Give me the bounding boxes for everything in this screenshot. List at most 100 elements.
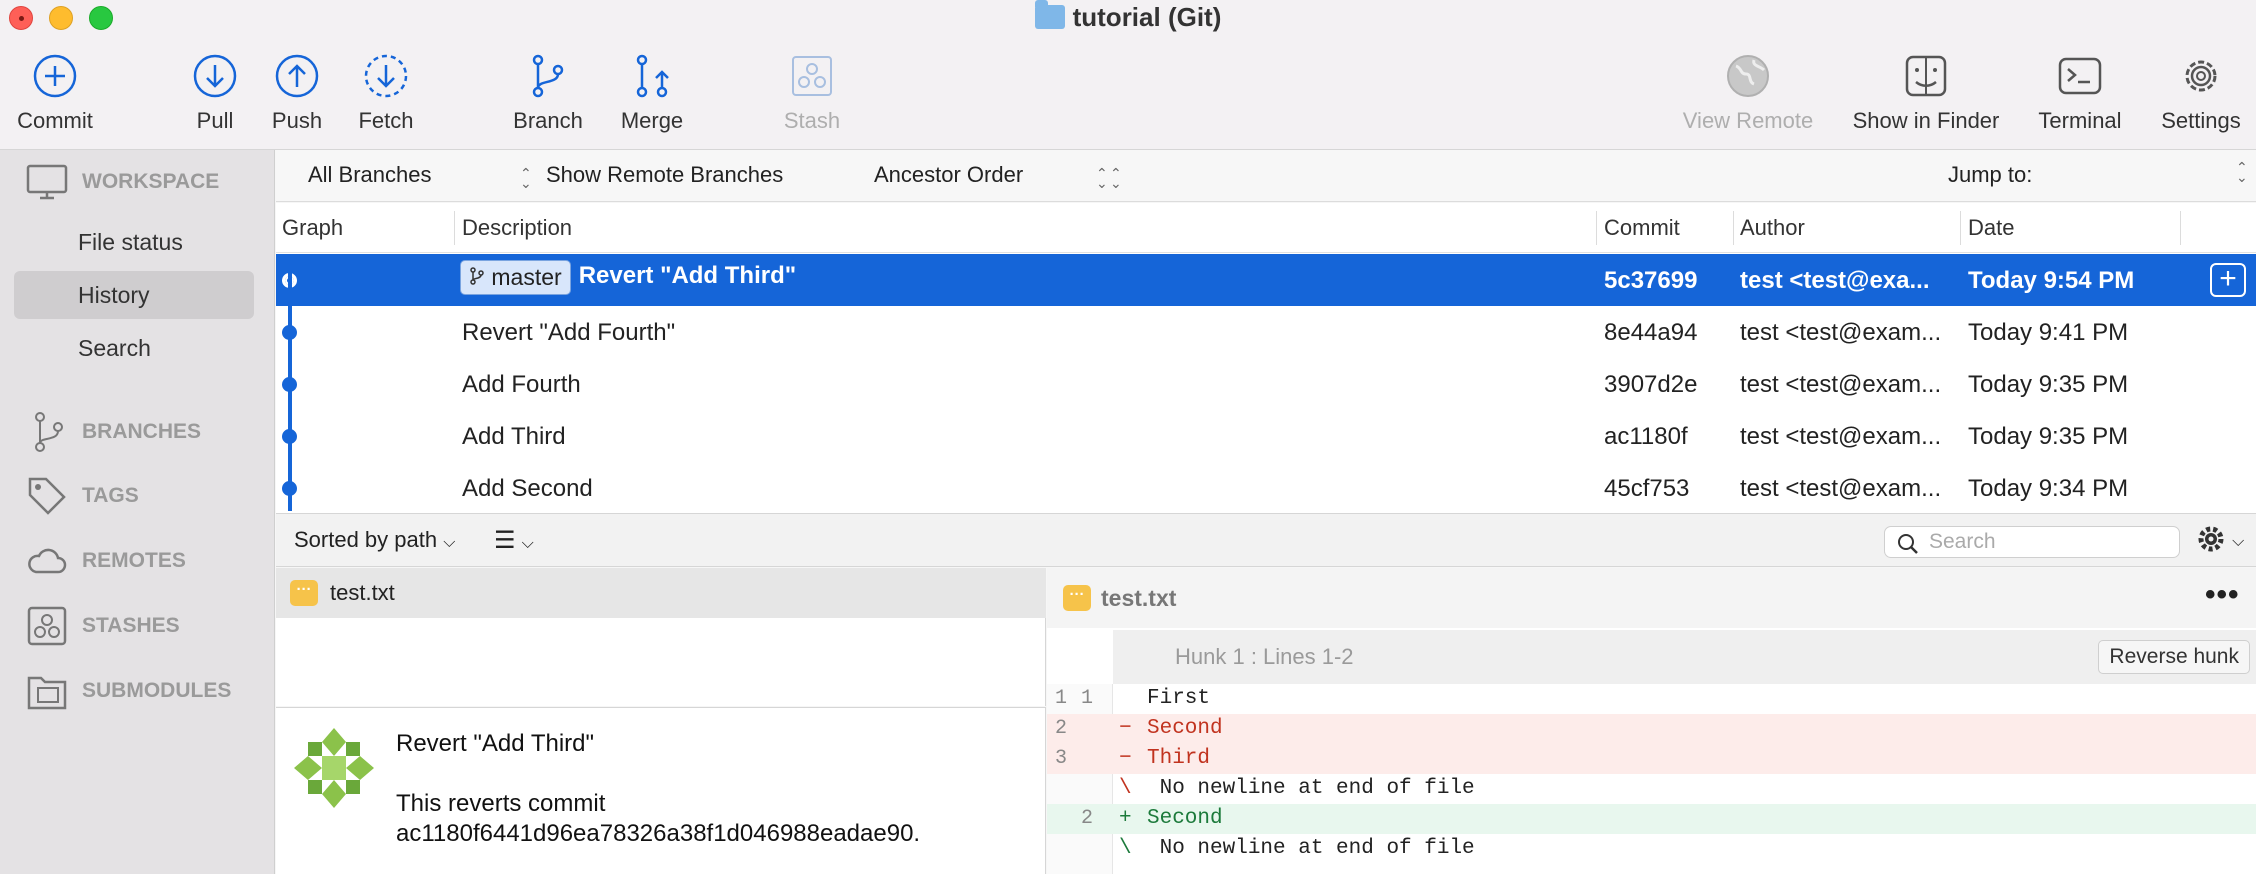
branches-label: BRANCHES: [82, 420, 202, 443]
diff-line-deleted[interactable]: 2 − Second: [1047, 714, 2256, 744]
sidebar-section-branches[interactable]: BRANCHES: [26, 412, 201, 452]
pull-button[interactable]: Pull: [180, 52, 250, 134]
diff-symbol: −: [1119, 717, 1132, 740]
remote-branches-value: Show Remote Branches: [546, 162, 784, 187]
branch-filter-value: All Branches: [308, 162, 432, 187]
commit-date: Today 9:34 PM: [1968, 475, 2129, 502]
branch-icon: [470, 267, 484, 285]
commit-label: Commit: [17, 108, 93, 133]
stash-icon: [792, 56, 832, 96]
more-options-icon[interactable]: •••: [2205, 578, 2240, 612]
fetch-icon: [364, 54, 408, 98]
column-date[interactable]: Date: [1968, 215, 2014, 241]
commit-button[interactable]: Commit: [10, 52, 100, 134]
search-icon: [1898, 534, 1918, 554]
files-toolbar: Sorted by path ⌵ ☰ ⌵ ⌵: [276, 513, 2256, 567]
reverse-hunk-button[interactable]: Reverse hunk: [2098, 640, 2250, 674]
commit-author: test <test@exam...: [1740, 475, 1942, 502]
stashes-label: STASHES: [82, 614, 180, 637]
column-graph[interactable]: Graph: [282, 215, 343, 241]
column-divider: [1596, 211, 1597, 245]
updown-chevron-icon: ⌃ ⌄: [1096, 165, 1108, 191]
order-select[interactable]: Ancestor Order ⌃ ⌄: [874, 162, 1108, 190]
stash-button[interactable]: Stash: [772, 52, 852, 134]
tag-icon: [28, 477, 66, 515]
file-search-box[interactable]: [1884, 526, 2180, 558]
diff-line-context[interactable]: 1 1 First: [1047, 684, 2256, 714]
sidebar-item-file-status[interactable]: File status: [14, 218, 254, 266]
table-row[interactable]: master Revert "Add Third" 5c37699 test <t…: [276, 254, 2256, 306]
column-author[interactable]: Author: [1740, 215, 1805, 241]
diff-line-text: First: [1147, 687, 1211, 710]
merge-label: Merge: [620, 108, 684, 133]
pull-icon: [193, 54, 237, 98]
sort-menu[interactable]: Sorted by path ⌵: [294, 527, 455, 553]
diff-header: ··· test.txt •••: [1047, 568, 2256, 628]
submodule-folder-icon: [27, 676, 67, 710]
sidebar-section-remotes[interactable]: REMOTES: [26, 541, 186, 581]
commit-node: [282, 377, 297, 392]
add-button[interactable]: +: [2210, 263, 2246, 297]
diff-symbol: \: [1119, 837, 1132, 860]
commit-hash: 5c37699: [1604, 267, 1698, 294]
commit-description: Revert "Add Third": [578, 262, 797, 289]
column-commit[interactable]: Commit: [1604, 215, 1680, 241]
column-description[interactable]: Description: [462, 215, 572, 241]
stash-icon: [27, 606, 67, 646]
window-title: tutorial (Git): [0, 0, 2256, 33]
diff-symbol: −: [1119, 747, 1132, 770]
history-filter-bar: All Branches ⌃ ⌄ Show Remote Branches ⌃ ⌄ An…: [276, 150, 2256, 202]
merge-button[interactable]: Merge: [612, 52, 692, 134]
settings-button[interactable]: Settings: [2156, 52, 2246, 134]
history-header: Graph Description Commit Author Date: [276, 203, 2256, 253]
list-item[interactable]: ··· test.txt: [276, 568, 1046, 618]
fetch-button[interactable]: Fetch: [350, 52, 422, 134]
history-table: Graph Description Commit Author Date mas…: [276, 203, 2256, 513]
list-icon: ☰: [494, 527, 516, 554]
jump-to-select[interactable]: ⌃ ⌄: [2226, 160, 2248, 190]
view-mode-menu[interactable]: ☰ ⌵: [494, 526, 534, 555]
sidebar-item-history[interactable]: History: [14, 271, 254, 319]
modified-file-icon: ···: [1063, 585, 1091, 611]
search-input[interactable]: [1929, 529, 2169, 555]
options-menu[interactable]: ⌵: [2196, 524, 2244, 560]
remote-branches-select[interactable]: Show Remote Branches ⌃ ⌄: [546, 162, 1122, 190]
branch-filter-select[interactable]: All Branches ⌃ ⌄: [308, 162, 532, 190]
diff-line-text: No newline at end of file: [1147, 777, 1475, 800]
table-row[interactable]: Add Fourth 3907d2e test <test@exam... To…: [276, 358, 2256, 410]
show-in-finder-button[interactable]: Show in Finder: [1848, 52, 2004, 134]
file-name: test.txt: [330, 580, 395, 605]
sidebar-section-workspace[interactable]: WORKSPACE: [26, 162, 219, 202]
sidebar-section-tags[interactable]: TAGS: [26, 476, 139, 516]
diff-line-text: Third: [1147, 747, 1211, 770]
commit-date: Today 9:35 PM: [1968, 423, 2129, 450]
push-button[interactable]: Push: [262, 52, 332, 134]
branch-tag[interactable]: master: [460, 260, 571, 295]
table-row[interactable]: Revert "Add Fourth" 8e44a94 test <test@e…: [276, 306, 2256, 358]
table-row[interactable]: Add Second 45cf753 test <test@exam... To…: [276, 462, 2256, 514]
search-label: Search: [78, 335, 151, 361]
file-status-label: File status: [78, 229, 183, 255]
commit-hash: ac1180f: [1604, 423, 1688, 450]
branch-icon: [35, 412, 63, 452]
view-remote-button[interactable]: View Remote: [1676, 52, 1820, 134]
diff-line-no-newline[interactable]: \ No newline at end of file: [1047, 834, 2256, 864]
sidebar-item-search[interactable]: Search: [14, 324, 254, 372]
show-in-finder-label: Show in Finder: [1852, 108, 2000, 133]
plus-circle-icon: [33, 54, 77, 98]
sort-label: Sorted by path: [294, 527, 438, 552]
commit-hash: 8e44a94: [1604, 319, 1698, 346]
sidebar-section-submodules[interactable]: SUBMODULES: [26, 671, 231, 711]
commit-message-body: This reverts commit: [396, 790, 606, 817]
table-row[interactable]: Add Third ac1180f test <test@exam... Tod…: [276, 410, 2256, 462]
terminal-button[interactable]: Terminal: [2034, 52, 2126, 134]
column-divider: [2180, 211, 2181, 245]
branch-button[interactable]: Branch: [508, 52, 588, 134]
diff-line-added[interactable]: 2 + Second: [1047, 804, 2256, 834]
diff-line-text: Second: [1147, 717, 1223, 740]
diff-line-no-newline[interactable]: \ No newline at end of file: [1047, 774, 2256, 804]
push-label: Push: [271, 108, 323, 133]
diff-line-deleted[interactable]: 3 − Third: [1047, 744, 2256, 774]
sidebar-section-stashes[interactable]: STASHES: [26, 606, 180, 646]
gear-icon: [2198, 526, 2224, 552]
